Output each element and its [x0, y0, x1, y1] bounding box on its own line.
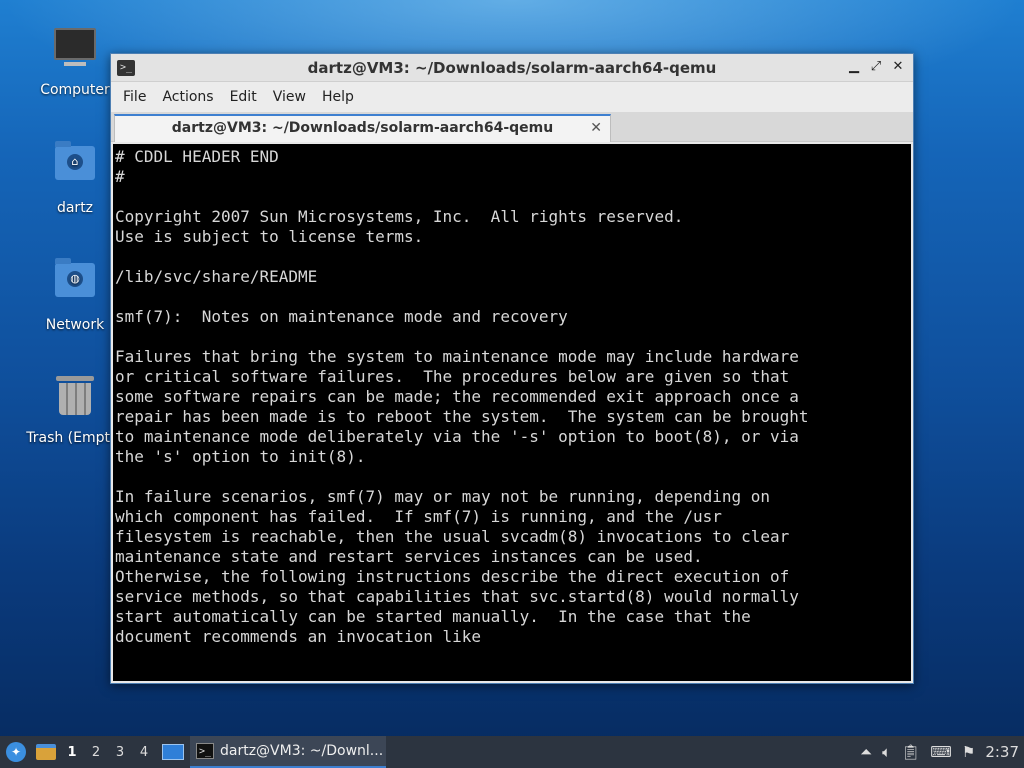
terminal-line: maintenance state and restart services i…	[115, 547, 703, 566]
terminal-line: # CDDL HEADER END	[115, 147, 279, 166]
workspace-2[interactable]: 2	[84, 736, 108, 768]
volume-icon[interactable]: 🔈︎	[882, 743, 891, 761]
window-title: dartz@VM3: ~/Downloads/solarm-aarch64-qe…	[307, 58, 717, 77]
terminal-line: the 's' option to init(8).	[115, 447, 366, 466]
workspace-4[interactable]: 4	[132, 736, 156, 768]
terminal-output[interactable]: # CDDL HEADER END # Copyright 2007 Sun Mi…	[113, 144, 911, 681]
maximize-icon[interactable]: ⤢	[867, 58, 885, 76]
tab-close-icon[interactable]: ✕	[590, 116, 602, 140]
show-desktop-icon[interactable]	[162, 744, 184, 760]
menu-help[interactable]: Help	[314, 89, 362, 105]
clock[interactable]: 2:37	[985, 743, 1019, 761]
terminal-app-icon[interactable]: >_	[117, 59, 135, 76]
terminal-icon: >_	[196, 743, 214, 759]
terminal-line: Copyright 2007 Sun Microsystems, Inc. Al…	[115, 207, 684, 226]
terminal-line: service methods, so that capabilities th…	[115, 587, 799, 606]
file-manager-launcher[interactable]	[32, 736, 60, 768]
taskbar-task-terminal[interactable]: >_ dartz@VM3: ~/Downl...	[190, 736, 386, 768]
start-menu-button[interactable]: ✦	[0, 736, 32, 768]
terminal-line: Use is subject to license terms.	[115, 227, 424, 246]
terminal-line: which component has failed. If smf(7) is…	[115, 507, 722, 526]
trash-icon	[51, 376, 99, 424]
workspace-1[interactable]: 1	[60, 736, 84, 768]
tab-terminal[interactable]: dartz@VM3: ~/Downloads/solarm-aarch64-qe…	[114, 114, 611, 142]
menubar: File Actions Edit View Help	[111, 82, 913, 112]
keyboard-icon[interactable]: ⌨	[930, 743, 952, 761]
menu-file[interactable]: File	[115, 89, 154, 105]
file-manager-icon	[36, 744, 56, 760]
terminal-line: document recommends an invocation like	[115, 627, 482, 646]
menu-actions[interactable]: Actions	[154, 89, 221, 105]
update-icon[interactable]: ⚑	[962, 743, 975, 761]
system-tray: ⏶ 🔈︎ 📋︎ ⌨ ⚑ 2:37	[855, 736, 1024, 768]
computer-icon	[51, 28, 99, 76]
app-menu-icon: ✦	[6, 742, 26, 762]
terminal-line: some software repairs can be made; the r…	[115, 387, 799, 406]
terminal-line: /lib/svc/share/README	[115, 267, 318, 286]
taskbar: ✦ 1 2 3 4 >_ dartz@VM3: ~/Downl... ⏶ 🔈︎ …	[0, 736, 1024, 768]
close-icon[interactable]: ✕	[889, 58, 907, 76]
task-label: dartz@VM3: ~/Downl...	[220, 743, 384, 759]
terminal-window[interactable]: >_ dartz@VM3: ~/Downloads/solarm-aarch64…	[110, 53, 914, 684]
clipboard-icon[interactable]: 📋︎	[901, 743, 920, 761]
window-controls: ▁ ⤢ ✕	[845, 58, 907, 76]
terminal-line: Otherwise, the following instructions de…	[115, 567, 790, 586]
workspace-3[interactable]: 3	[108, 736, 132, 768]
terminal-line: filesystem is reachable, then the usual …	[115, 527, 790, 546]
terminal-line: Failures that bring the system to mainte…	[115, 347, 799, 366]
terminal-line: or critical software failures. The proce…	[115, 367, 790, 386]
terminal-line: to maintenance mode deliberately via the…	[115, 427, 799, 446]
terminal-line: start automatically can be started manua…	[115, 607, 751, 626]
minimize-icon[interactable]: ▁	[845, 58, 863, 76]
terminal-line: #	[115, 167, 125, 186]
network-up-icon[interactable]: ⏶	[860, 743, 872, 761]
menu-edit[interactable]: Edit	[222, 89, 265, 105]
home-folder-icon: ⌂	[51, 141, 99, 194]
network-folder-icon: ◍	[51, 258, 99, 311]
terminal-line: repair has been made is to reboot the sy…	[115, 407, 809, 426]
menu-view[interactable]: View	[265, 89, 314, 105]
window-titlebar[interactable]: >_ dartz@VM3: ~/Downloads/solarm-aarch64…	[111, 54, 913, 82]
terminal-line: smf(7): Notes on maintenance mode and re…	[115, 307, 568, 326]
tab-label: dartz@VM3: ~/Downloads/solarm-aarch64-qe…	[171, 120, 554, 136]
terminal-line: In failure scenarios, smf(7) may or may …	[115, 487, 771, 506]
tab-bar: dartz@VM3: ~/Downloads/solarm-aarch64-qe…	[111, 112, 913, 142]
